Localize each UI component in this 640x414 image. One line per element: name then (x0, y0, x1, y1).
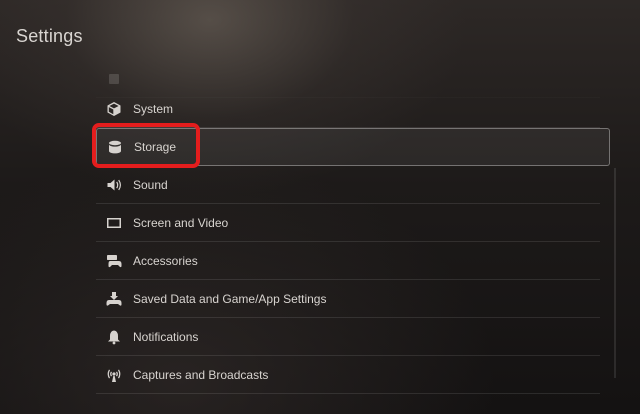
menu-item-label: System (133, 102, 174, 116)
menu-item-saved-data[interactable]: Saved Data and Game/App Settings (96, 280, 600, 318)
speaker-icon (105, 176, 123, 194)
partial-hidden-icon (105, 70, 123, 88)
bell-icon (105, 328, 123, 346)
settings-menu: System Storage Sound Screen and Video Ac… (96, 60, 610, 414)
scrollbar[interactable] (614, 168, 616, 378)
saved-data-icon (105, 290, 123, 308)
menu-item-captures-and-broadcasts[interactable]: Captures and Broadcasts (96, 356, 600, 394)
menu-item-label: Accessories (133, 254, 198, 268)
menu-item-label: Sound (133, 178, 168, 192)
page-title: Settings (16, 26, 83, 46)
cube-icon (105, 100, 123, 118)
menu-item-label: Saved Data and Game/App Settings (133, 292, 327, 306)
monitor-icon (105, 214, 123, 232)
menu-item-sound[interactable]: Sound (96, 166, 600, 204)
menu-item-accessories[interactable]: Accessories (96, 242, 600, 280)
broadcast-icon (105, 366, 123, 384)
menu-item-label: Notifications (133, 330, 199, 344)
menu-item-label: Screen and Video (133, 216, 229, 230)
controller-keyboard-icon (105, 252, 123, 270)
menu-item-notifications[interactable]: Notifications (96, 318, 600, 356)
menu-item-label: Captures and Broadcasts (133, 368, 269, 382)
storage-highlight-box (92, 123, 200, 168)
menu-item-screen-and-video[interactable]: Screen and Video (96, 204, 600, 242)
